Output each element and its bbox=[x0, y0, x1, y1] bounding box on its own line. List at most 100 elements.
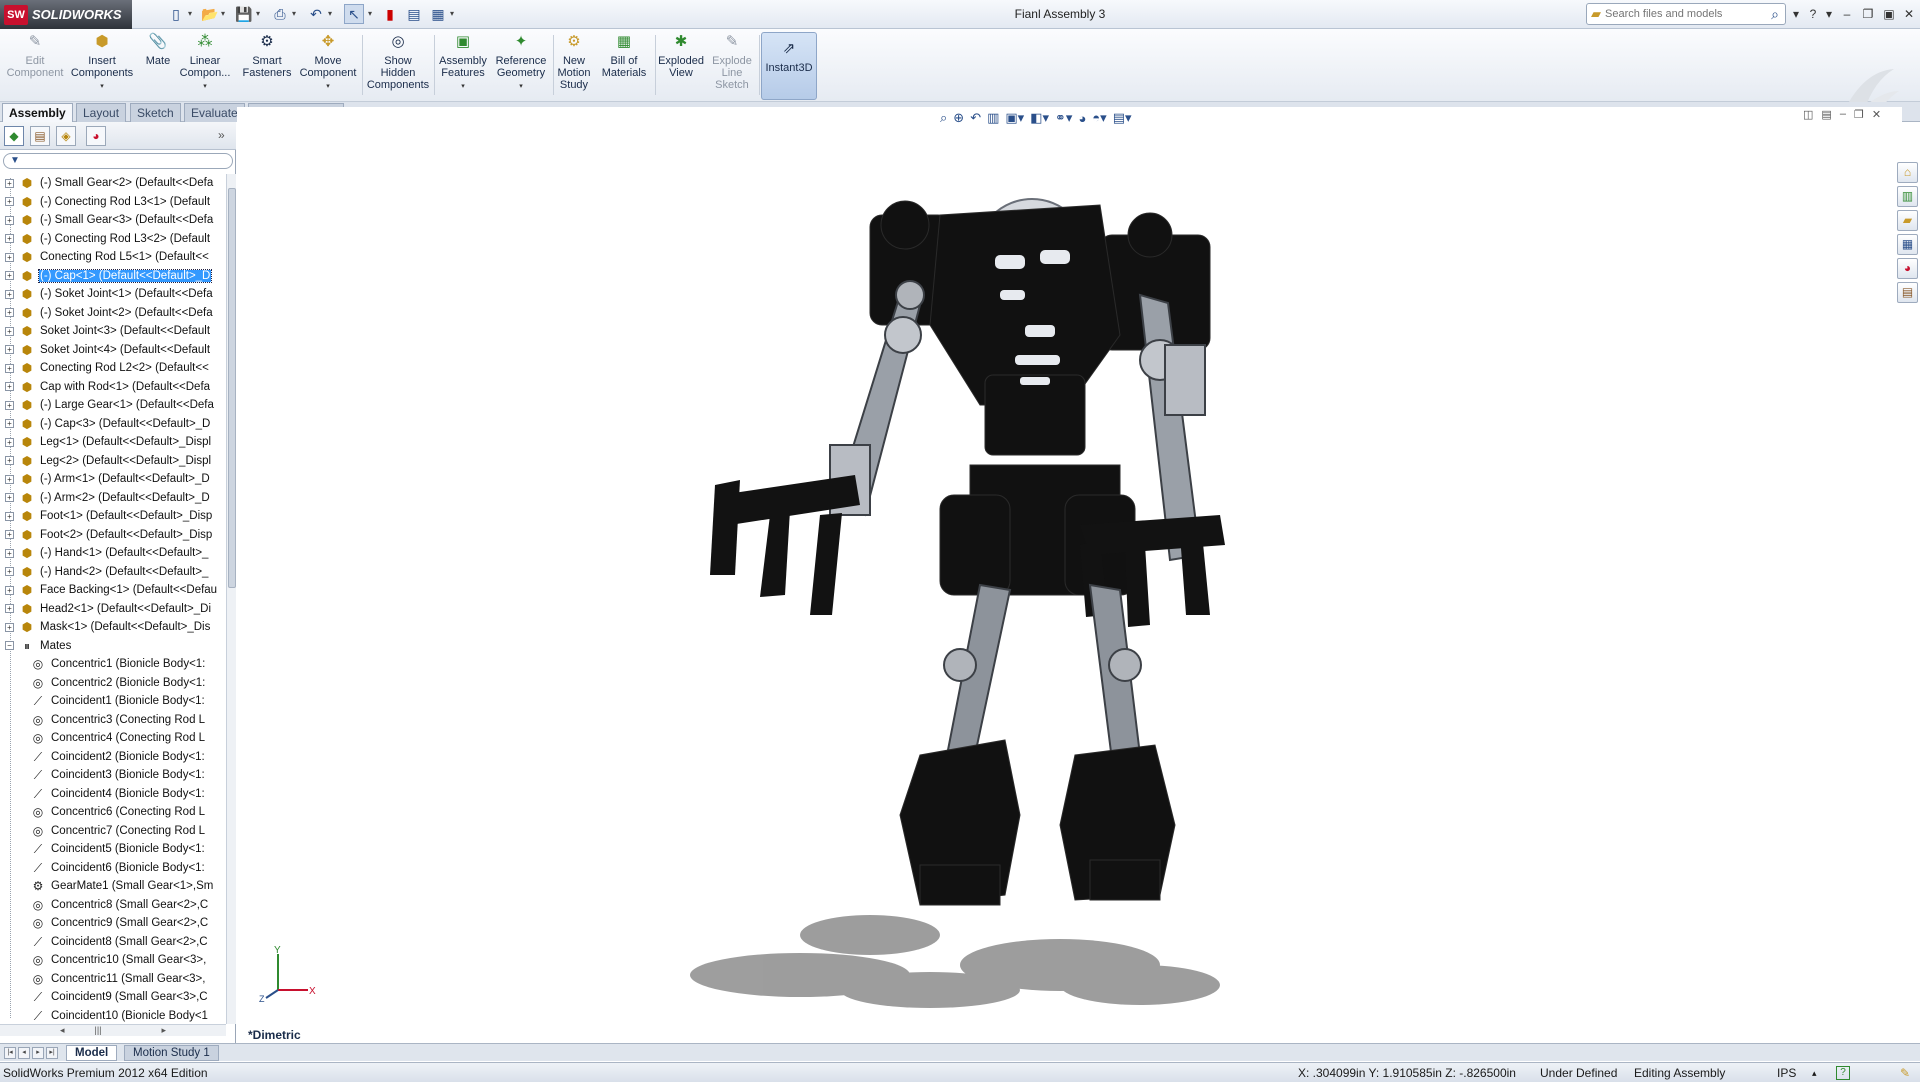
feature-manager-tab-icon[interactable]: ◆ bbox=[4, 126, 24, 146]
view-palette-icon[interactable]: ▦ bbox=[1897, 234, 1918, 255]
help-status-icon[interactable]: ? bbox=[1836, 1066, 1850, 1080]
custom-properties-icon[interactable]: ▤ bbox=[1897, 282, 1918, 303]
chevron-down-icon[interactable]: ▾ bbox=[100, 81, 104, 93]
tree-item-component[interactable]: + ⬢ Soket Joint<4> (Default<<Default bbox=[0, 341, 226, 359]
move-component-button[interactable]: ✥ Move Component ▾ bbox=[298, 32, 358, 100]
tree-item-mate[interactable]: ◎ Concentric8 (Small Gear<2>,C bbox=[0, 896, 226, 914]
tab-evaluate[interactable]: Evaluate bbox=[184, 103, 245, 122]
tree-item-component[interactable]: + ⬢ (-) Conecting Rod L3<2> (Default bbox=[0, 230, 226, 248]
expand-icon[interactable]: + bbox=[5, 289, 14, 299]
tree-item-mate[interactable]: ⟋ Coincident8 (Small Gear<2>,C bbox=[0, 933, 226, 951]
insert-components-button[interactable]: ⬢ Insert Components ▾ bbox=[70, 32, 134, 100]
tree-item-mate[interactable]: ◎ Concentric1 (Bionicle Body<1: bbox=[0, 655, 226, 673]
design-library-icon[interactable]: ▥ bbox=[1897, 186, 1918, 207]
tree-item-mate[interactable]: ⟋ Coincident6 (Bionicle Body<1: bbox=[0, 859, 226, 877]
assembly-features-button[interactable]: ▣ Assembly Features ▾ bbox=[436, 32, 490, 100]
explode-line-sketch-button[interactable]: ✎ Explode Line Sketch bbox=[708, 32, 756, 100]
minimize-icon[interactable]: – bbox=[1838, 5, 1856, 23]
smart-fasteners-button[interactable]: ⚙ Smart Fasteners bbox=[238, 32, 296, 100]
expand-icon[interactable]: + bbox=[5, 382, 14, 391]
search-dropdown-icon[interactable]: ▾ bbox=[1787, 5, 1805, 23]
expand-icon[interactable]: + bbox=[5, 215, 14, 225]
tree-item-component[interactable]: + ⬢ (-) Conecting Rod L3<1> (Default bbox=[0, 193, 226, 211]
file-explorer-icon[interactable]: ▰ bbox=[1897, 210, 1918, 231]
tree-scrollbar[interactable] bbox=[226, 174, 236, 1024]
tree-item-component[interactable]: + ⬢ Leg<2> (Default<<Default>_Displ bbox=[0, 452, 226, 470]
display-style-icon[interactable]: ◧▾ bbox=[1030, 110, 1049, 126]
tree-item-mate[interactable]: ⟋ Coincident10 (Bionicle Body<1 bbox=[0, 1007, 226, 1025]
close-icon[interactable]: ✕ bbox=[1900, 5, 1918, 23]
viewport-split-icon[interactable]: ◫ bbox=[1803, 108, 1813, 121]
hide-show-items-icon[interactable]: ⚭▾ bbox=[1055, 110, 1072, 126]
tree-item-component[interactable]: + ⬢ (-) Hand<1> (Default<<Default>_ bbox=[0, 544, 226, 562]
exploded-view-button[interactable]: ✱ Exploded View bbox=[656, 32, 706, 100]
tree-item-mate[interactable]: ◎ Concentric3 (Conecting Rod L bbox=[0, 711, 226, 729]
show-hidden-components-button[interactable]: ◎ Show Hidden Components bbox=[366, 32, 430, 100]
tab-sketch[interactable]: Sketch bbox=[130, 103, 181, 122]
tab-layout[interactable]: Layout bbox=[76, 103, 127, 122]
tree-item-component[interactable]: + ⬢ Foot<1> (Default<<Default>_Disp bbox=[0, 507, 226, 525]
tree-item-mate[interactable]: ◎ Concentric4 (Conecting Rod L bbox=[0, 729, 226, 747]
chevron-down-icon[interactable]: ▾ bbox=[203, 81, 207, 93]
viewport-close-icon[interactable]: ✕ bbox=[1872, 108, 1881, 121]
tree-item-component[interactable]: + ⬢ Mask<1> (Default<<Default>_Dis bbox=[0, 618, 226, 636]
appearances-icon[interactable]: ◕ bbox=[1897, 258, 1918, 279]
tree-item-mate[interactable]: ◎ Concentric6 (Conecting Rod L bbox=[0, 803, 226, 821]
display-manager-tab-icon[interactable]: ◕ bbox=[86, 126, 106, 146]
viewport-minimize-icon[interactable]: – bbox=[1840, 108, 1846, 121]
tree-item-mate[interactable]: ⟋ Coincident3 (Bionicle Body<1: bbox=[0, 766, 226, 784]
restore-window-icon[interactable]: ▣ bbox=[1880, 5, 1898, 23]
tree-item-mate[interactable]: ◎ Concentric10 (Small Gear<3>, bbox=[0, 951, 226, 969]
tree-item-mate[interactable]: ◎ Concentric7 (Conecting Rod L bbox=[0, 822, 226, 840]
expand-icon[interactable]: + bbox=[5, 308, 14, 317]
expand-icon[interactable]: + bbox=[5, 585, 14, 595]
tab-assembly[interactable]: Assembly bbox=[2, 103, 73, 122]
tree-item-mate[interactable]: ◎ Concentric11 (Small Gear<3>, bbox=[0, 970, 226, 988]
solidworks-resources-icon[interactable]: ⌂ bbox=[1897, 162, 1918, 183]
viewport-restore-icon[interactable]: ❐ bbox=[1854, 108, 1864, 121]
mate-button[interactable]: 📎 Mate bbox=[140, 32, 176, 100]
tree-item-mate[interactable]: ⟋ Coincident4 (Bionicle Body<1: bbox=[0, 785, 226, 803]
expand-icon[interactable]: + bbox=[5, 493, 14, 502]
configuration-manager-tab-icon[interactable]: ◈ bbox=[56, 126, 76, 146]
expand-icon[interactable]: + bbox=[5, 363, 14, 373]
tab-motion-study-1[interactable]: Motion Study 1 bbox=[124, 1045, 219, 1061]
tree-item-component[interactable]: + ⬢ (-) Hand<2> (Default<<Default>_ bbox=[0, 563, 226, 581]
expand-icon[interactable]: + bbox=[5, 252, 14, 262]
search-icon[interactable]: ⌕ bbox=[1765, 6, 1785, 23]
tree-item-component[interactable]: + ⬢ Cap with Rod<1> (Default<<Defa bbox=[0, 378, 226, 396]
zoom-to-fit-icon[interactable]: ⌕ bbox=[940, 110, 947, 126]
edit-component-button[interactable]: ✎ Edit Component bbox=[4, 32, 66, 100]
view-orientation-icon[interactable]: ▣▾ bbox=[1005, 110, 1024, 126]
bill-of-materials-button[interactable]: ▦ Bill of Materials bbox=[596, 32, 652, 100]
tree-horizontal-scrollbar[interactable]: ◂ ||| ▸ bbox=[0, 1024, 226, 1036]
expand-icon[interactable]: + bbox=[5, 530, 14, 539]
reference-geometry-button[interactable]: ✦ Reference Geometry ▾ bbox=[492, 32, 550, 100]
units-dropdown-icon[interactable]: ▴ bbox=[1812, 1068, 1817, 1079]
last-tab-icon[interactable]: ▸| bbox=[46, 1047, 58, 1059]
expand-icon[interactable]: + bbox=[5, 400, 14, 410]
instant3d-button[interactable]: ⇗ Instant3D bbox=[761, 32, 817, 100]
expand-icon[interactable]: + bbox=[5, 326, 14, 336]
expand-icon[interactable]: + bbox=[5, 234, 14, 243]
robot-assembly-model[interactable] bbox=[620, 195, 1380, 1015]
tree-item-mate[interactable]: ⟋ Coincident2 (Bionicle Body<1: bbox=[0, 748, 226, 766]
expand-icon[interactable]: + bbox=[5, 345, 14, 354]
tree-item-mates-folder[interactable]: − ⏸ Mates bbox=[0, 637, 226, 655]
expand-icon[interactable]: + bbox=[5, 604, 14, 613]
tree-item-component[interactable]: + ⬢ (-) Soket Joint<1> (Default<<Defa bbox=[0, 285, 226, 303]
section-view-icon[interactable]: ▥ bbox=[987, 110, 999, 126]
linear-pattern-button[interactable]: ⁂ Linear Compon... ▾ bbox=[176, 32, 234, 100]
tree-item-mate[interactable]: ◎ Concentric9 (Small Gear<2>,C bbox=[0, 914, 226, 932]
search-box[interactable]: ▰ ⌕ bbox=[1586, 3, 1786, 25]
expand-icon[interactable]: + bbox=[5, 178, 14, 188]
expand-icon[interactable]: + bbox=[5, 456, 14, 465]
expand-panel-icon[interactable]: » bbox=[218, 128, 225, 142]
expand-icon[interactable]: + bbox=[5, 474, 14, 484]
tree-item-component[interactable]: + ⬢ (-) Small Gear<3> (Default<<Defa bbox=[0, 211, 226, 229]
apply-scene-icon[interactable]: ◓▾ bbox=[1092, 110, 1106, 126]
tree-item-component[interactable]: + ⬢ Face Backing<1> (Default<<Defau bbox=[0, 581, 226, 599]
tree-item-component[interactable]: + ⬢ (-) Small Gear<2> (Default<<Defa bbox=[0, 174, 226, 192]
zoom-to-area-icon[interactable]: ⊕ bbox=[953, 110, 964, 126]
tree-filter[interactable]: ▼ bbox=[3, 153, 233, 169]
